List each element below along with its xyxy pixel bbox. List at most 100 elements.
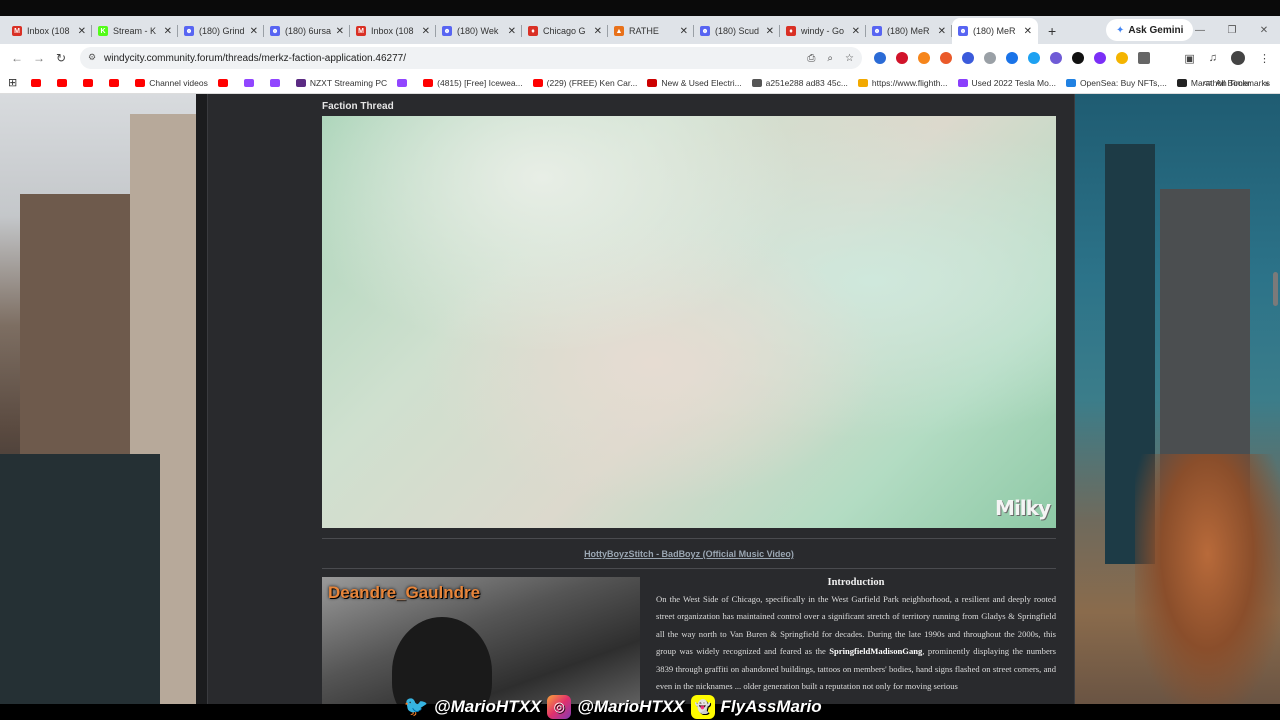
tab-label: (180) Grind	[199, 26, 245, 36]
tab-close-icon[interactable]: ✕	[852, 26, 860, 37]
minimize-icon[interactable]: —	[1184, 16, 1216, 44]
video-title-link[interactable]: HottyBoyzStitch - BadBoyz (Official Musi…	[322, 549, 1056, 561]
bookmark-item[interactable]	[31, 78, 45, 87]
media-icon[interactable]: ♫	[1209, 52, 1217, 64]
extension-icon[interactable]	[1094, 52, 1106, 64]
browser-tab[interactable]: ☻ (180) 6ursa ✕	[264, 18, 350, 44]
tab-favicon-icon: ☻	[442, 26, 452, 36]
bookmark-item[interactable]: New & Used Electri...	[647, 78, 742, 88]
browser-tab[interactable]: ♦ windy - Go ✕	[780, 18, 866, 44]
bookmark-item[interactable]	[217, 78, 232, 87]
bookmark-item[interactable]: (4815) [Free] Icewea...	[423, 78, 523, 88]
bookmark-item[interactable]: Used 2022 Tesla Mo...	[957, 77, 1056, 88]
metamask-icon[interactable]	[918, 52, 930, 64]
bookmark-item[interactable]: NZXT Streaming PC	[295, 78, 387, 88]
extension-icon[interactable]	[1050, 52, 1062, 64]
browser-tab[interactable]: ☻ (180) Grind ✕	[178, 18, 264, 44]
extension-icon[interactable]	[1116, 52, 1128, 64]
bookmark-favicon-icon	[423, 78, 434, 87]
browser-tab[interactable]: ▲ RATHE ✕	[608, 18, 694, 44]
bookmark-item[interactable]	[83, 78, 97, 87]
tab-close-icon[interactable]: ✕	[594, 26, 602, 37]
tab-close-icon[interactable]: ✕	[1024, 26, 1032, 37]
tab-favicon-icon: ☻	[872, 26, 882, 36]
extension-icon[interactable]	[1006, 52, 1018, 64]
apps-grid-icon[interactable]: ⊞	[8, 76, 17, 89]
browser-tab[interactable]: M Inbox (108 ✕	[350, 18, 436, 44]
bookmark-item[interactable]: (229) (FREE) Ken Car...	[532, 78, 637, 88]
browser-tab[interactable]: ☻ (180) MeR ✕	[866, 18, 952, 44]
tab-close-icon[interactable]: ✕	[508, 26, 516, 37]
restore-icon[interactable]: ❐	[1216, 16, 1248, 44]
forward-icon[interactable]: →	[28, 51, 50, 65]
tab-close-icon[interactable]: ✕	[680, 26, 688, 37]
character-name-caption: Deandre_Gaulndre	[328, 583, 481, 602]
tab-favicon-icon: ☻	[958, 26, 968, 36]
address-row: ← → ↻ ⚙ windycity.community.forum/thread…	[0, 44, 1280, 72]
embedded-video[interactable]: Milky	[322, 116, 1056, 528]
new-tab-button[interactable]: +	[1038, 18, 1066, 44]
tab-favicon-icon: K	[98, 26, 108, 36]
reload-icon[interactable]: ↻	[50, 51, 72, 65]
tab-label: Inbox (108	[371, 26, 414, 36]
site-info-icon[interactable]: ⚙	[88, 52, 96, 63]
tab-label: Inbox (108	[27, 26, 70, 36]
extension-icon[interactable]	[874, 52, 886, 64]
all-bookmarks-label: All Bookmarks	[1215, 77, 1270, 88]
bookmark-item[interactable]: Channel videos	[135, 78, 208, 88]
bookmark-favicon-icon	[1065, 78, 1076, 87]
introduction-section: Introduction On the West Side of Chicago…	[640, 577, 1056, 704]
extension-icon[interactable]	[940, 52, 952, 64]
profile-avatar[interactable]	[1231, 51, 1245, 65]
side-panel-icon[interactable]: ▣	[1184, 52, 1194, 65]
extension-icon[interactable]	[1028, 52, 1040, 64]
shield-icon[interactable]	[984, 52, 996, 64]
tab-close-icon[interactable]: ✕	[422, 26, 430, 37]
bookmark-label: Used 2022 Tesla Mo...	[971, 77, 1056, 88]
browser-tab[interactable]: ☻ (180) Wek ✕	[436, 18, 522, 44]
browser-tab[interactable]: K Stream - K ✕	[92, 18, 178, 44]
extension-icon[interactable]	[1072, 52, 1084, 64]
tab-label: Stream - K	[113, 26, 157, 36]
extensions-puzzle-icon[interactable]	[1138, 52, 1150, 64]
divider	[322, 538, 1056, 539]
bookmark-item[interactable]	[243, 78, 258, 87]
close-window-icon[interactable]: ✕	[1248, 16, 1280, 44]
browser-tab[interactable]: ☻ (180) MeR ✕	[952, 18, 1038, 44]
bookmark-favicon-icon	[957, 78, 968, 87]
bookmark-star-icon[interactable]: ☆	[845, 53, 854, 64]
extensions	[874, 52, 1150, 64]
bookmark-item[interactable]: https://www.flighth...	[857, 78, 948, 88]
section-title: Faction Thread	[322, 101, 394, 112]
bookmark-label: OpenSea: Buy NFTs,...	[1079, 77, 1167, 88]
bookmark-item[interactable]	[269, 78, 284, 87]
url-bar[interactable]: ⚙ windycity.community.forum/threads/merk…	[80, 47, 862, 69]
all-bookmarks[interactable]: ▭ All Bookmarks	[1204, 77, 1270, 88]
browser-tab[interactable]: ♦ Chicago G ✕	[522, 18, 608, 44]
ask-gemini-button[interactable]: ✦ Ask Gemini	[1106, 19, 1194, 41]
bookmark-favicon-icon	[31, 78, 42, 87]
tab-close-icon[interactable]: ✕	[938, 26, 946, 37]
back-icon[interactable]: ←	[6, 51, 28, 65]
tab-close-icon[interactable]: ✕	[164, 26, 172, 37]
bookmark-item[interactable]	[109, 78, 123, 87]
extension-icon[interactable]	[896, 52, 908, 64]
page-scrollbar[interactable]	[1273, 272, 1278, 306]
browser-tab[interactable]: M Inbox (108 ✕	[6, 18, 92, 44]
bookmark-item[interactable]: OpenSea: Buy NFTs,...	[1065, 77, 1167, 88]
tab-close-icon[interactable]: ✕	[766, 26, 774, 37]
browser-tab[interactable]: ☻ (180) Scud ✕	[694, 18, 780, 44]
instagram-handle: @MarioHTXX	[577, 696, 685, 716]
menu-kebab-icon[interactable]: ⋮	[1259, 52, 1270, 65]
bookmark-item[interactable]: a251e288 ad83 45c...	[751, 78, 848, 88]
tab-close-icon[interactable]: ✕	[250, 26, 258, 37]
bookmark-item[interactable]	[397, 78, 411, 87]
tab-close-icon[interactable]: ✕	[336, 26, 344, 37]
tab-favicon-icon: M	[12, 26, 22, 36]
tab-close-icon[interactable]: ✕	[78, 26, 86, 37]
extension-icon[interactable]	[962, 52, 974, 64]
install-app-icon[interactable]: ⎙	[807, 53, 815, 64]
tab-label: RATHE	[629, 26, 659, 36]
zoom-icon[interactable]: ⌕	[827, 53, 833, 64]
bookmark-item[interactable]	[57, 78, 71, 87]
